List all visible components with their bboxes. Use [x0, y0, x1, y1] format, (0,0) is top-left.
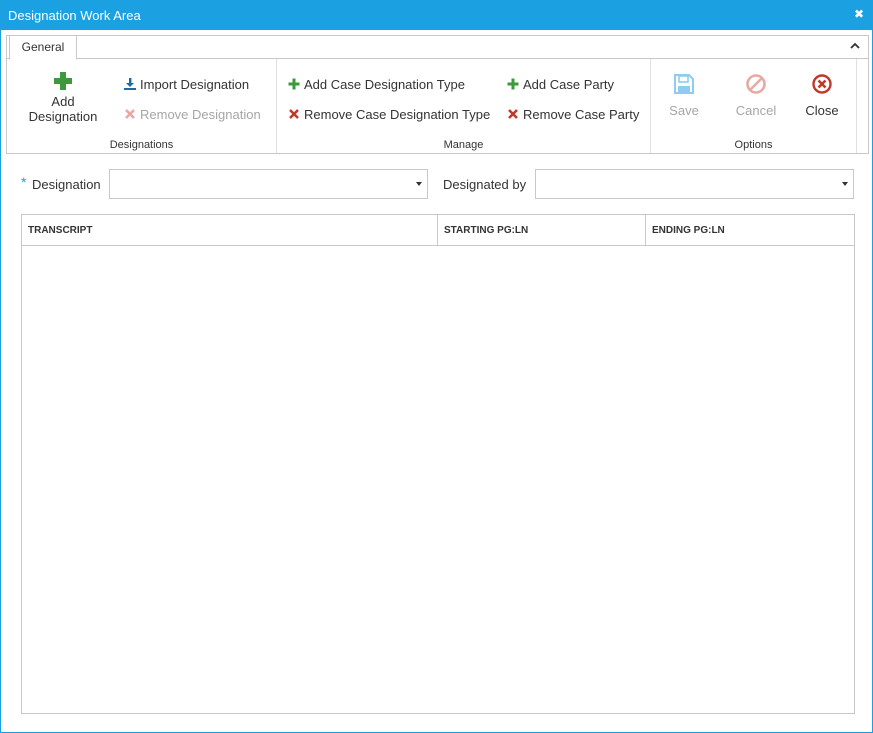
designated-by-label: Designated by	[443, 177, 527, 192]
remove-case-party-button[interactable]: Remove Case Party	[507, 105, 639, 123]
x-icon	[289, 109, 299, 119]
remove-case-party-label: Remove Case Party	[523, 106, 640, 122]
add-designation-label-line1: Add	[51, 94, 75, 109]
add-case-party-button[interactable]: Add Case Party	[507, 75, 614, 93]
chevron-down-icon	[842, 182, 848, 186]
add-designation-button[interactable]: Add Designation	[17, 71, 109, 124]
column-header-ending-pg-ln[interactable]: ENDING PG:LN	[646, 215, 854, 245]
cancel-button[interactable]: Cancel	[727, 73, 785, 118]
designation-work-area-window: Designation Work Area ✖ General Add Desi…	[0, 0, 873, 733]
add-case-designation-type-label: Add Case Designation Type	[304, 76, 465, 92]
close-button[interactable]: Close	[799, 73, 845, 118]
tab-general[interactable]: General	[9, 36, 77, 60]
cancel-label: Cancel	[735, 103, 777, 118]
remove-case-designation-type-label: Remove Case Designation Type	[304, 106, 491, 122]
save-button[interactable]: Save	[661, 73, 707, 118]
save-label: Save	[669, 103, 699, 118]
chevron-down-icon	[416, 182, 422, 186]
column-header-starting-pg-ln[interactable]: STARTING PG:LN	[438, 215, 646, 245]
designation-label: Designation	[32, 177, 101, 192]
designations-grid: TRANSCRIPT STARTING PG:LN ENDING PG:LN	[21, 214, 855, 714]
required-marker: *	[21, 174, 27, 190]
add-case-party-label: Add Case Party	[523, 76, 615, 92]
options-group: Save Cancel Close Options	[651, 59, 857, 153]
plus-icon	[507, 78, 519, 90]
add-case-designation-type-button[interactable]: Add Case Designation Type	[288, 75, 465, 93]
designation-form-row: * Designation Designated by	[1, 169, 873, 199]
remove-designation-label: Remove Designation	[140, 106, 261, 122]
x-icon	[508, 109, 518, 119]
floppy-disk-icon	[674, 74, 694, 94]
remove-case-designation-type-button[interactable]: Remove Case Designation Type	[288, 105, 490, 123]
close-circle-icon	[812, 74, 832, 94]
designations-group-label: Designations	[109, 139, 174, 151]
cancel-circle-icon	[746, 74, 766, 94]
x-icon	[125, 109, 135, 119]
close-label: Close	[805, 103, 839, 118]
download-icon	[124, 78, 136, 90]
designated-by-select[interactable]	[535, 169, 854, 199]
title-bar: Designation Work Area ✖	[1, 1, 872, 30]
column-header-transcript[interactable]: TRANSCRIPT	[22, 215, 438, 245]
plus-icon	[54, 72, 72, 90]
manage-group: Add Case Designation Type Remove Case De…	[277, 59, 651, 153]
ribbon-tabstrip: General	[7, 36, 868, 60]
window-title: Designation Work Area	[8, 8, 141, 23]
manage-group-label: Manage	[443, 139, 484, 151]
options-group-label: Options	[734, 139, 773, 151]
import-designation-label: Import Designation	[140, 76, 250, 92]
designation-select[interactable]	[109, 169, 428, 199]
import-designation-button[interactable]: Import Designation	[124, 75, 249, 93]
close-icon[interactable]: ✖	[854, 7, 864, 21]
designations-group: Add Designation Import Designation Remov…	[7, 59, 277, 153]
grid-header: TRANSCRIPT STARTING PG:LN ENDING PG:LN	[22, 215, 854, 246]
add-designation-label-line2: Designation	[28, 109, 98, 124]
ribbon: General Add Designation Import Designati…	[6, 35, 869, 154]
chevron-up-icon[interactable]	[848, 39, 862, 53]
plus-icon	[288, 78, 300, 90]
remove-designation-button[interactable]: Remove Designation	[124, 105, 261, 123]
